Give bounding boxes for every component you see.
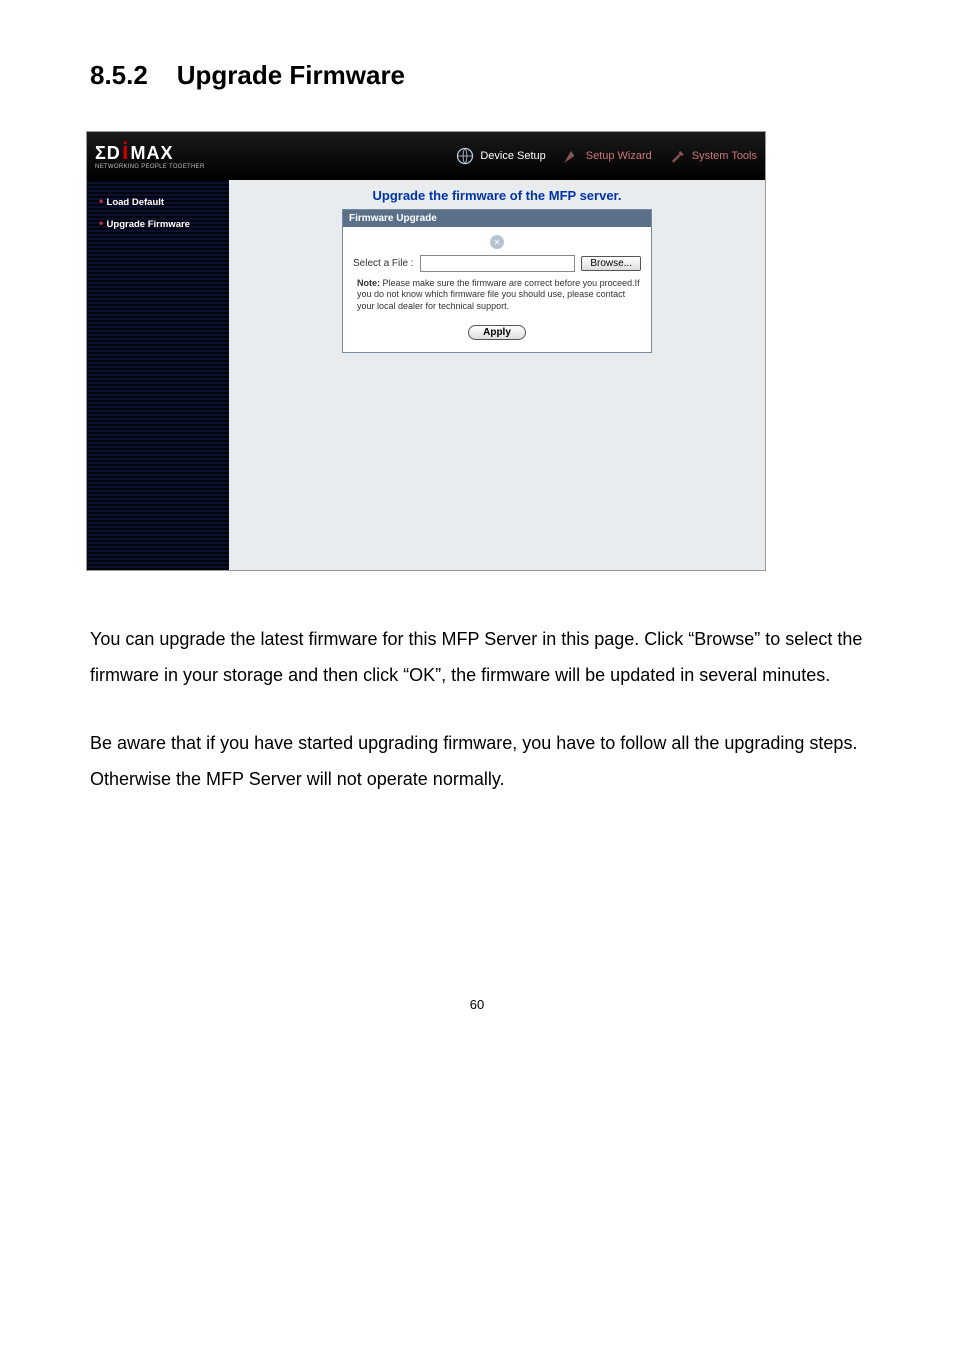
- info-badge-icon: ✕: [490, 235, 504, 249]
- logo-subtitle: NETWORKING PEOPLE TOGETHER: [95, 164, 205, 170]
- tools-icon: [666, 145, 688, 167]
- sidebar-item-upgrade-firmware[interactable]: Upgrade Firmware: [87, 212, 229, 234]
- sidebar-item-label: Upgrade Firmware: [107, 219, 190, 230]
- sidebar-item-load-default[interactable]: Load Default: [87, 190, 229, 212]
- select-file-label: Select a File :: [353, 258, 414, 269]
- browse-button[interactable]: Browse...: [581, 256, 641, 271]
- logo: ΣDiMAX NETWORKING PEOPLE TOGETHER: [95, 143, 205, 170]
- note-text: Note: Please make sure the firmware are …: [353, 278, 641, 312]
- screenshot-container: ΣDiMAX NETWORKING PEOPLE TOGETHER Device…: [86, 131, 766, 571]
- note-bold: Note:: [357, 278, 380, 288]
- top-bar: ΣDiMAX NETWORKING PEOPLE TOGETHER Device…: [87, 132, 765, 180]
- tab-device-setup[interactable]: Device Setup: [454, 145, 545, 167]
- content-pane: Upgrade the firmware of the MFP server. …: [229, 180, 765, 570]
- tab-label: Setup Wizard: [586, 150, 652, 162]
- tab-setup-wizard[interactable]: Setup Wizard: [560, 145, 652, 167]
- body-paragraph-2: Be aware that if you have started upgrad…: [90, 725, 864, 797]
- tab-system-tools[interactable]: System Tools: [666, 145, 757, 167]
- sidebar: Load Default Upgrade Firmware: [87, 180, 229, 570]
- globe-icon: [454, 145, 476, 167]
- section-number: 8.5.2: [90, 60, 148, 90]
- pane-title: Upgrade the firmware of the MFP server.: [239, 188, 755, 203]
- panel-header: Firmware Upgrade: [343, 210, 651, 227]
- firmware-upgrade-panel: Firmware Upgrade ✕ Select a File : Brows…: [342, 209, 652, 353]
- sidebar-item-label: Load Default: [107, 197, 165, 208]
- logo-text-left: ΣD: [95, 143, 121, 164]
- file-path-input[interactable]: [420, 255, 576, 272]
- tab-label: System Tools: [692, 150, 757, 162]
- section-title-text: Upgrade Firmware: [177, 60, 405, 90]
- apply-button[interactable]: Apply: [468, 325, 526, 340]
- wizard-icon: [560, 145, 582, 167]
- logo-text-right: MAX: [130, 143, 173, 164]
- tab-label: Device Setup: [480, 150, 545, 162]
- page-number: 60: [90, 997, 864, 1012]
- note-body: Please make sure the firmware are correc…: [357, 278, 640, 311]
- section-heading: 8.5.2 Upgrade Firmware: [90, 60, 864, 91]
- body-paragraph-1: You can upgrade the latest firmware for …: [90, 621, 864, 693]
